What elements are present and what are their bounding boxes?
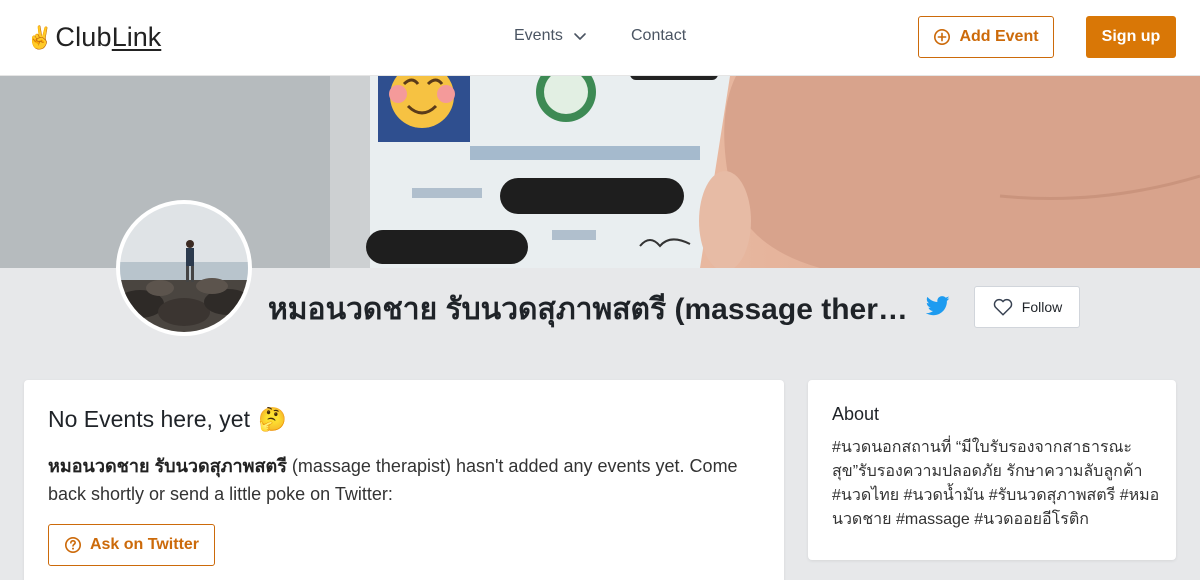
ask-on-twitter-button[interactable]: Ask on Twitter	[48, 524, 215, 566]
heart-icon	[993, 298, 1013, 316]
nav-events-label: Events	[514, 27, 563, 44]
follow-label: Follow	[1021, 299, 1063, 315]
follow-button[interactable]: Follow	[974, 286, 1080, 328]
about-text: #นวดนอกสถานที่ “มีใบรับรองจากสาธารณะสุข”…	[832, 439, 1160, 528]
logo-text-link: Link	[111, 22, 162, 52]
logo-text-club: Club	[55, 22, 112, 52]
clublink-logo[interactable]: ✌️ Club Link	[26, 22, 161, 53]
thinking-face-icon: 🤔	[258, 406, 287, 432]
add-event-button[interactable]: Add Event	[918, 16, 1054, 58]
about-title: About	[832, 404, 880, 424]
ask-on-twitter-label: Ask on Twitter	[89, 536, 200, 553]
events-title-text: No Events here, yet	[48, 406, 250, 432]
about-card: About #นวดนอกสถานที่ “มีใบรับรองจากสาธาร…	[808, 380, 1176, 560]
events-empty-title: No Events here, yet 🤔	[48, 406, 287, 433]
profile-avatar	[116, 200, 252, 336]
chevron-down-icon	[574, 33, 586, 40]
nav-events-dropdown[interactable]: Events	[514, 27, 587, 45]
avatar-photo	[120, 204, 248, 332]
events-empty-description: หมอนวดชาย รับนวดสุภาพสตรี (massage thera…	[48, 452, 758, 508]
plus-circle-icon	[934, 28, 951, 46]
top-navbar: ✌️ Club Link Events Contact Add Event Si…	[0, 0, 1200, 76]
add-event-label: Add Event	[959, 28, 1039, 45]
help-circle-icon	[64, 536, 81, 554]
logo-hand-icon: ✌️	[26, 24, 54, 50]
nav-contact-link[interactable]: Contact	[631, 27, 686, 45]
twitter-icon[interactable]	[925, 296, 950, 318]
events-desc-name: หมอนวดชาย รับนวดสุภาพสตรี	[48, 456, 287, 476]
signup-button[interactable]: Sign up	[1086, 16, 1176, 58]
events-card: No Events here, yet 🤔 หมอนวดชาย รับนวดสุ…	[24, 380, 784, 580]
profile-name: หมอนวดชาย รับนวดสุภาพสตรี (massage thera…	[268, 293, 908, 326]
